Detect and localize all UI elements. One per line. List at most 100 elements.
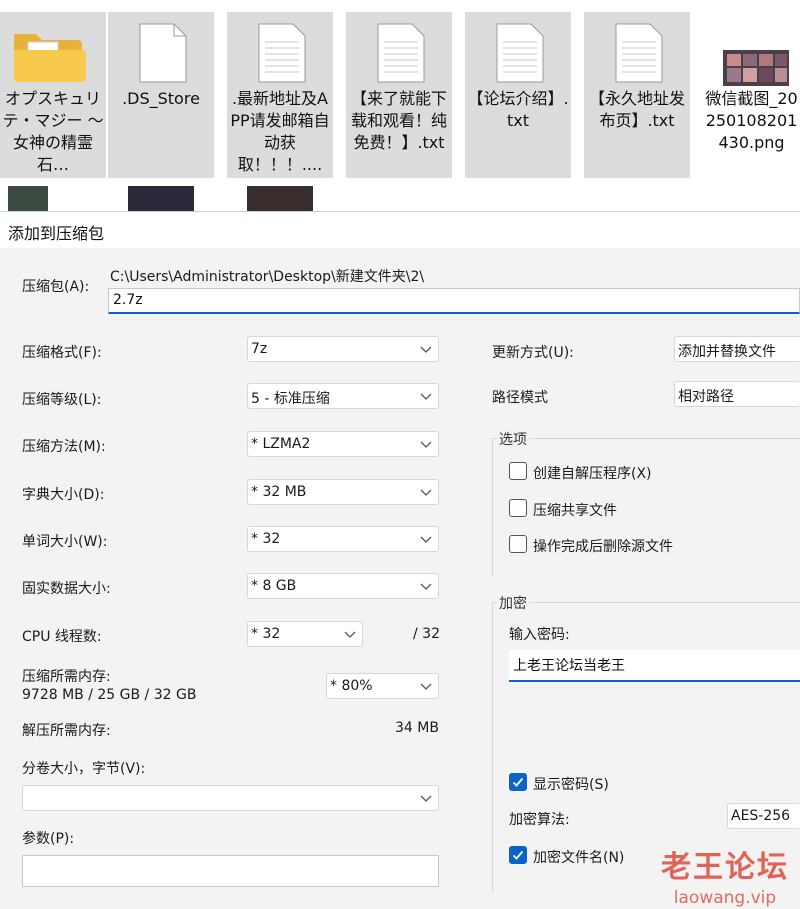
archive-label: 压缩包(A): <box>22 279 90 295</box>
file-item-screenshot[interactable]: 微信截图_20250108201430.png <box>703 12 800 178</box>
method-label: 压缩方法(M): <box>22 439 106 455</box>
file-name: 【永久地址发布页】.txt <box>588 89 685 130</box>
chevron-down-icon <box>344 631 356 638</box>
method-select[interactable]: * LZMA2 <box>247 431 439 457</box>
file-item-free-download[interactable]: 【来了就能下载和观看！纯免费！】.txt <box>346 12 452 178</box>
mem-comp-label: 压缩所需内存: <box>22 669 111 685</box>
encrypt-names-checkbox[interactable] <box>509 846 527 864</box>
path-mode-label: 路径模式 <box>492 390 548 406</box>
file-item-ds-store[interactable]: .DS_Store <box>108 12 214 178</box>
shared-files-checkbox[interactable] <box>509 499 527 517</box>
split-select[interactable] <box>22 785 439 811</box>
chevron-down-icon <box>420 683 432 690</box>
level-label: 压缩等级(L): <box>22 392 102 408</box>
show-password-label: 显示密码(S) <box>533 777 609 793</box>
format-label: 压缩格式(F): <box>22 345 102 361</box>
archive-name-input[interactable]: 2.7z <box>108 288 800 314</box>
threads-select[interactable]: * 32 <box>247 621 363 647</box>
encryption-title: 加密 <box>497 593 529 613</box>
word-select[interactable]: * 32 <box>247 526 439 552</box>
chevron-down-icon <box>420 441 432 448</box>
text-file-icon <box>465 20 571 86</box>
chevron-down-icon <box>420 489 432 496</box>
threads-value: * 32 <box>251 626 281 642</box>
threads-max: / 32 <box>413 626 440 642</box>
options-title: 选项 <box>497 429 529 449</box>
password-input[interactable]: 上老王论坛当老王 <box>509 650 800 682</box>
delete-after-label: 操作完成后删除源文件 <box>533 539 673 555</box>
file-name: .DS_Store <box>122 89 200 108</box>
thumbnail-row <box>0 186 800 214</box>
mem-decomp-value: 34 MB <box>395 720 439 736</box>
file-icon <box>108 20 214 86</box>
mem-percent-select[interactable]: * 80% <box>326 673 439 699</box>
delete-after-checkbox[interactable] <box>509 535 527 553</box>
solid-label: 固实数据大小: <box>22 581 111 597</box>
image-file-icon <box>703 20 800 86</box>
format-value: 7z <box>251 341 268 357</box>
file-name: オプスキュリテ・マジー ～ 女神の精霊石… <box>2 89 104 174</box>
check-icon <box>512 777 524 787</box>
word-value: * 32 <box>251 531 281 547</box>
chevron-down-icon <box>420 536 432 543</box>
mem-comp-value: 9728 MB / 25 GB / 32 GB <box>22 687 197 703</box>
sfx-label: 创建自解压程序(X) <box>533 466 652 482</box>
folder-icon <box>0 20 106 86</box>
encryption-method-select[interactable]: AES-256 <box>727 803 800 829</box>
word-label: 单词大小(W): <box>22 534 108 550</box>
dialog-titlebar[interactable]: 添加到压缩包 <box>0 212 800 248</box>
params-input[interactable] <box>22 855 439 887</box>
add-to-archive-dialog: 添加到压缩包 压缩包(A): C:\Users\Administrator\De… <box>0 211 800 909</box>
level-value: 5 - 标准压缩 <box>251 391 330 407</box>
desktop-file-area: オプスキュリテ・マジー ～ 女神の精霊石… .DS_Store .最新地址及AP… <box>0 0 800 215</box>
show-password-checkbox[interactable] <box>509 773 527 791</box>
encryption-method-value: AES-256 <box>731 808 791 824</box>
chevron-down-icon <box>420 583 432 590</box>
solid-value: * 8 GB <box>251 578 297 594</box>
watermark-url: laowang.vip <box>673 888 777 908</box>
dict-value: * 32 MB <box>251 484 307 500</box>
split-label: 分卷大小，字节(V): <box>22 761 146 777</box>
image-thumbnail[interactable] <box>247 186 313 214</box>
update-label: 更新方式(U): <box>492 345 574 361</box>
dialog-title: 添加到压缩包 <box>8 224 105 243</box>
method-value: * LZMA2 <box>251 436 311 452</box>
format-select[interactable]: 7z <box>247 336 439 362</box>
text-file-icon <box>346 20 452 86</box>
mem-decomp-label: 解压所需内存: <box>22 723 111 739</box>
watermark-title: 老王论坛 <box>661 850 789 885</box>
password-value: 上老王论坛当老王 <box>513 658 625 674</box>
file-name: 【论坛介绍】.txt <box>467 89 569 130</box>
file-name: 【来了就能下载和观看！纯免费！】.txt <box>350 89 447 152</box>
text-file-icon <box>227 20 333 86</box>
text-file-icon <box>584 20 690 86</box>
update-select[interactable]: 添加并替换文件 <box>674 336 800 362</box>
image-thumbnail[interactable] <box>8 186 48 214</box>
shared-files-label: 压缩共享文件 <box>533 503 617 519</box>
password-label: 输入密码: <box>509 627 570 643</box>
archive-path: C:\Users\Administrator\Desktop\新建文件夹\2\ <box>110 269 425 285</box>
chevron-down-icon <box>420 346 432 353</box>
path-mode-select[interactable]: 相对路径 <box>674 381 800 407</box>
dict-select[interactable]: * 32 MB <box>247 479 439 505</box>
dict-label: 字典大小(D): <box>22 487 105 503</box>
encrypt-names-label: 加密文件名(N) <box>533 850 625 866</box>
file-item-folder[interactable]: オプスキュリテ・マジー ～ 女神の精霊石… <box>0 12 106 178</box>
image-thumbnail[interactable] <box>128 186 194 214</box>
solid-select[interactable]: * 8 GB <box>247 573 439 599</box>
check-icon <box>512 850 524 860</box>
params-label: 参数(P): <box>22 831 75 847</box>
update-value: 添加并替换文件 <box>678 344 776 360</box>
sfx-checkbox[interactable] <box>509 462 527 480</box>
threads-label: CPU 线程数: <box>22 629 102 645</box>
encryption-method-label: 加密算法: <box>509 812 570 828</box>
chevron-down-icon <box>420 393 432 400</box>
mem-percent-value: * 80% <box>330 678 373 694</box>
file-item-forum-intro[interactable]: 【论坛介绍】.txt <box>465 12 571 178</box>
path-mode-value: 相对路径 <box>678 389 734 405</box>
watermark: 老王论坛 laowang.vip <box>650 842 800 908</box>
archive-name-value: 2.7z <box>113 292 143 308</box>
file-item-permanent-address[interactable]: 【永久地址发布页】.txt <box>584 12 690 178</box>
file-item-latest-address[interactable]: .最新地址及APP请发邮箱自动获取！！！.... <box>227 12 333 178</box>
level-select[interactable]: 5 - 标准压缩 <box>247 383 439 409</box>
